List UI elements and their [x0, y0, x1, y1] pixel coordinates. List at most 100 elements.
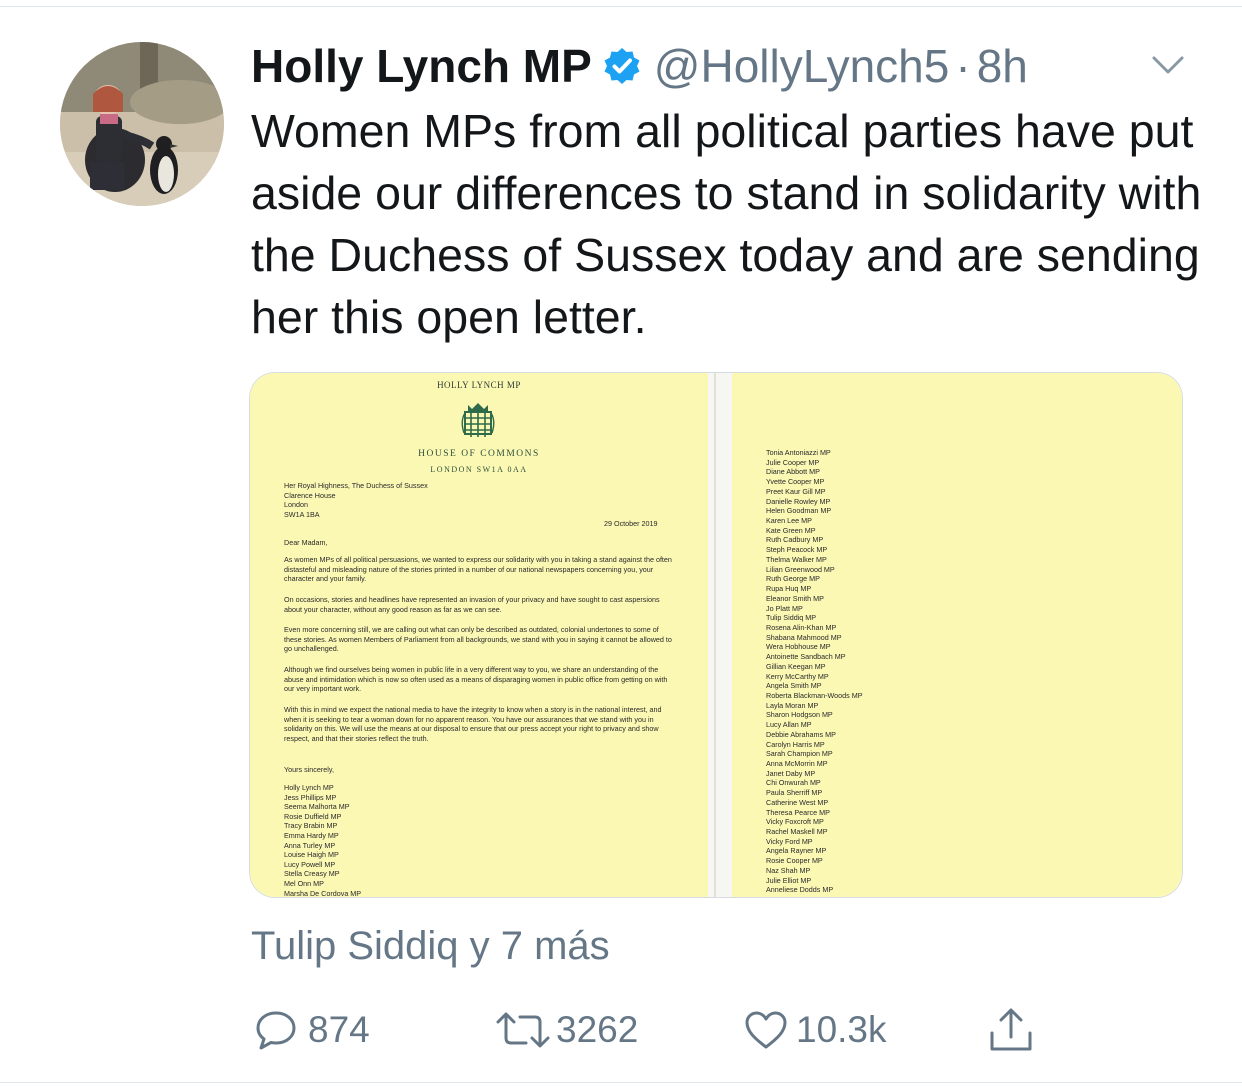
signatory-name: Louise Haigh MP: [284, 850, 339, 860]
signatory-name: Tracy Brabin MP: [284, 821, 338, 831]
letter-paragraph: With this in mind we expect the national…: [284, 705, 662, 743]
tweet-media[interactable]: HOLLY LYNCH MP HOUSE OF COMMONS LONDON S…: [249, 372, 1183, 898]
signatory-name: Steph Peacock MP: [766, 545, 828, 555]
closing: Yours sincerely,: [284, 765, 334, 774]
top-divider: [0, 6, 1242, 7]
share-button[interactable]: [986, 1002, 1036, 1058]
signatory-name: Tulip Siddiq MP: [766, 613, 817, 623]
verified-badge-icon: [604, 48, 640, 84]
author-handle[interactable]: @HollyLynch5: [654, 39, 950, 93]
signatory-name: Anna McMorrin MP: [766, 759, 828, 768]
letter-page-2[interactable]: Tonia Antoniazzi MP Julie Cooper MP Diane …: [732, 373, 1182, 897]
letter-paragraph: Although we find ourselves being women i…: [284, 665, 668, 694]
signatory-name: Shabana Mahmood MP: [766, 632, 842, 642]
signatory-name: Naz Shah MP: [766, 865, 811, 875]
signatory-name: Chi Onwurah MP: [766, 778, 821, 788]
signatory-name: Holly Lynch MP: [284, 783, 334, 792]
letter-paragraph: As women MPs of all political persuasion…: [284, 555, 672, 584]
signatory-name: Julie Cooper MP: [766, 457, 820, 467]
signatory-name: Eleanor Smith MP: [766, 593, 824, 603]
signatory-list-2: Tonia Antoniazzi MP Julie Cooper MP Diane …: [766, 448, 1066, 895]
chevron-down-icon[interactable]: [1148, 50, 1188, 78]
tweet-header: Holly Lynch MP @HollyLynch5 · 8h: [251, 36, 1028, 96]
signatory-name: Marsha De Cordova MP: [284, 888, 362, 897]
letterhead-address: LONDON SW1A 0AA: [430, 465, 528, 474]
signatory-name: Thelma Walker MP: [766, 554, 827, 564]
signatory-name: Debbie Abrahams MP: [766, 729, 836, 739]
letter-date: 29 October 2019: [604, 519, 658, 528]
like-button[interactable]: 10.3k: [742, 1002, 887, 1058]
signatory-name: Sharon Hodgson MP: [766, 710, 833, 720]
signatory-name: Lucy Allan MP: [766, 720, 812, 730]
author-name[interactable]: Holly Lynch MP: [251, 39, 592, 93]
signatory-name: Diane Abbott MP: [766, 467, 820, 477]
signatory-name: Catherine West MP: [766, 797, 829, 807]
signatory-name: Rachel Maskell MP: [766, 827, 828, 837]
letterhead-institution: HOUSE OF COMMONS: [418, 449, 540, 459]
time-separator: ·: [955, 40, 971, 92]
share-icon: [990, 1008, 1032, 1051]
signatory-name: Anneliese Dodds MP: [766, 885, 834, 895]
recipient-line: London: [284, 500, 308, 510]
signatory-name: Rosena Alin-Khan MP: [766, 622, 837, 632]
salutation: Dear Madam,: [284, 538, 328, 547]
reply-button[interactable]: 874: [252, 1002, 370, 1058]
signatory-name: Gillian Keegan MP: [766, 661, 826, 671]
signatory-name: Vicky Ford MP: [766, 836, 813, 846]
avatar-photo: [60, 42, 224, 206]
signatory-name: Rupa Huq MP: [766, 584, 812, 594]
media-divider: [708, 373, 732, 897]
signatory-name: Lilian Greenwood MP: [766, 564, 835, 574]
signatory-name: Mel Onn MP: [284, 878, 324, 888]
bottom-divider: [0, 1082, 1242, 1083]
signatory-name: Rosie Cooper MP: [766, 856, 823, 866]
signatory-name: Theresa Pearce MP: [766, 807, 830, 817]
avatar[interactable]: [60, 42, 224, 206]
signatory-name: Lucy Powell MP: [284, 859, 336, 869]
retweet-icon: [496, 1012, 550, 1048]
signatory-name: Kerry McCarthy MP: [766, 671, 829, 681]
retweet-button[interactable]: 3262: [494, 1002, 638, 1058]
recipient-line: Clarence House: [284, 490, 336, 500]
signatory-name: Angela Rayner MP: [766, 846, 827, 856]
signatory-name: Angela Smith MP: [766, 681, 822, 691]
signatory-name: Preet Kaur Gill MP: [766, 486, 826, 496]
signatory-name: Rosie Duffield MP: [284, 811, 342, 821]
portcullis-icon: [461, 403, 495, 437]
tweet-context-line[interactable]: Tulip Siddiq y 7 más: [251, 924, 610, 969]
signatory-name: Kate Green MP: [766, 525, 816, 535]
signatory-name: Sarah Champion MP: [766, 749, 833, 759]
reply-icon: [256, 1011, 296, 1050]
signatory-name: Antoinette Sandbach MP: [766, 652, 846, 662]
letter-paragraph: On occasions, stories and headlines have…: [284, 595, 660, 614]
letterhead-name: HOLLY LYNCH MP: [437, 380, 521, 390]
signatory-name: Emma Hardy MP: [284, 830, 339, 840]
signatory-name: Vicky Foxcroft MP: [766, 817, 824, 827]
signatory-name: Yvette Cooper MP: [766, 477, 825, 487]
heart-icon: [745, 1011, 787, 1049]
signatory-name: Stella Creasy MP: [284, 869, 340, 879]
letter-page-1[interactable]: HOLLY LYNCH MP HOUSE OF COMMONS LONDON S…: [250, 373, 708, 897]
signatory-name: Anna Turley MP: [284, 840, 336, 850]
signatory-list-1: Holly Lynch MP Jess Phillips MP Seema Malh…: [284, 783, 484, 897]
signatory-name: Helen Goodman MP: [766, 506, 832, 516]
recipient-line: Her Royal Highness, The Duchess of Susse…: [284, 481, 428, 490]
recipient-address: Her Royal Highness, The Duchess of Susse…: [284, 481, 664, 519]
signatory-name: Jess Phillips MP: [284, 792, 337, 802]
signatory-name: Karen Lee MP: [766, 516, 812, 526]
signatory-name: Ruth Cadbury MP: [766, 535, 824, 545]
signatory-name: Janet Daby MP: [766, 768, 816, 778]
signatory-name: Wera Hobhouse MP: [766, 642, 831, 652]
like-count: 10.3k: [796, 1009, 887, 1050]
signatory-name: Tonia Antoniazzi MP: [766, 448, 831, 457]
signatory-name: Ruth George MP: [766, 574, 820, 584]
tweet-time[interactable]: 8h: [977, 39, 1028, 93]
retweet-count: 3262: [556, 1009, 639, 1050]
signatory-name: Seema Malhorta MP: [284, 802, 350, 812]
signatory-name: Carolyn Harris MP: [766, 739, 825, 749]
signatory-name: Roberta Blackman-Woods MP: [766, 690, 863, 700]
signatory-name: Jo Platt MP: [766, 603, 803, 613]
signatory-name: Danielle Rowley MP: [766, 496, 831, 506]
letter-paragraph: Even more concerning still, we are calli…: [284, 625, 672, 654]
recipient-line: SW1A 1BA: [284, 509, 320, 519]
